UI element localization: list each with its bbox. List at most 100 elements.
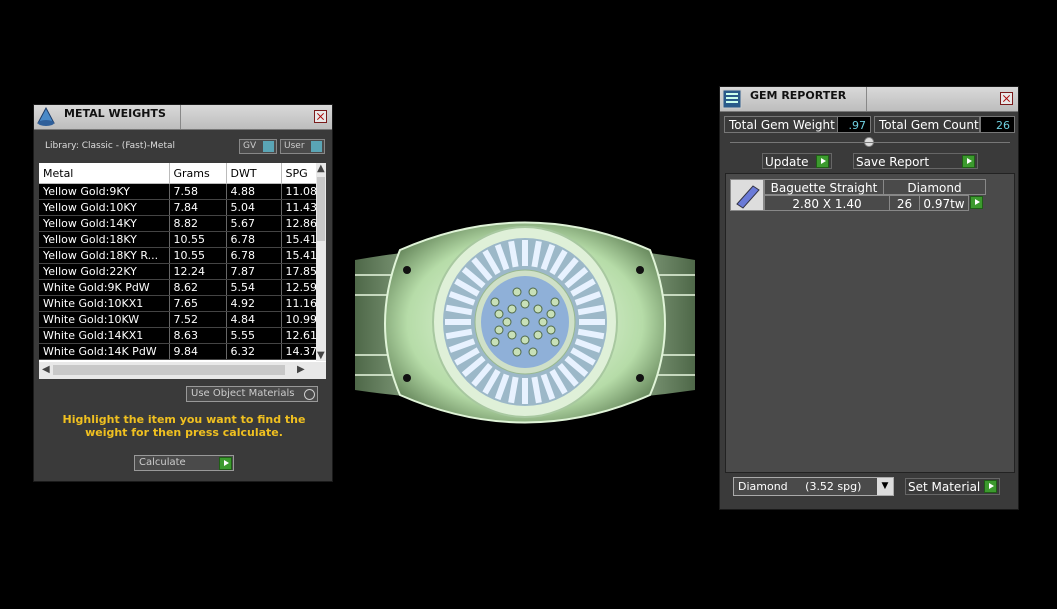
table-cell: 8.82 <box>169 215 227 232</box>
table-row[interactable]: Yellow Gold:9KY 7.58 4.88 11.08 <box>39 183 318 200</box>
table-cell: 10.99 <box>281 311 318 328</box>
table-row[interactable]: Yellow Gold:14KY 8.82 5.67 12.86 <box>39 215 318 232</box>
table-cell: 10.55 <box>169 247 227 264</box>
play-icon <box>219 457 232 470</box>
save-report-button[interactable]: Save Report <box>853 153 978 169</box>
scroll-down-icon[interactable]: ▼ <box>317 350 325 361</box>
table-cell: 10.55 <box>169 231 227 248</box>
gem-reporter-icon <box>722 89 742 109</box>
table-cell: 7.87 <box>226 263 282 280</box>
gem-size: 2.80 X 1.40 <box>764 195 890 211</box>
table-cell: White Gold:9K PdW <box>39 279 170 296</box>
table-cell: 11.43 <box>281 199 318 216</box>
material-select[interactable]: Diamond (3.52 spg) ▼ <box>733 477 894 496</box>
toggle-icon <box>304 389 315 400</box>
table-cell: 12.24 <box>169 263 227 280</box>
hint-text: Highlight the item you want to find the … <box>62 413 306 439</box>
gem-list[interactable]: Baguette Straight Diamond 2.80 X 1.40 26… <box>725 173 1015 473</box>
column-header-grams[interactable]: Grams <box>169 163 227 184</box>
play-icon <box>962 155 975 168</box>
table-row[interactable]: White Gold:14K PdW 9.84 6.32 14.37 <box>39 343 318 360</box>
user-toggle[interactable]: User <box>280 139 325 154</box>
table-row[interactable]: White Gold:14KX1 8.63 5.55 12.61 <box>39 327 318 344</box>
table-row[interactable]: Yellow Gold:10KY 7.84 5.04 11.43 <box>39 199 318 216</box>
metal-weights-icon <box>37 107 55 126</box>
table-cell: 5.67 <box>226 215 282 232</box>
baguette-thumbnail <box>730 179 764 211</box>
table-cell: 12.59 <box>281 279 318 296</box>
column-header-spg[interactable]: SPG <box>281 163 318 184</box>
table-cell: Yellow Gold:10KY <box>39 199 170 216</box>
table-cell: Yellow Gold:18KY R... <box>39 247 170 264</box>
table-cell: 4.88 <box>226 183 282 200</box>
library-label: Library: Classic - (Fast)-Metal <box>45 141 176 151</box>
set-material-button[interactable]: Set Material <box>905 478 1000 495</box>
calculate-button[interactable]: Calculate <box>134 455 234 471</box>
table-cell: 15.41 <box>281 231 318 248</box>
scroll-thumb[interactable] <box>317 177 325 241</box>
update-button[interactable]: Update <box>762 153 832 169</box>
user-info-icon <box>311 141 322 152</box>
table-row[interactable]: Yellow Gold:22KY 12.24 7.87 17.85 <box>39 263 318 280</box>
table-cell: 12.86 <box>281 215 318 232</box>
table-cell: 7.52 <box>169 311 227 328</box>
table-cell: 6.32 <box>226 343 282 360</box>
chevron-down-icon[interactable]: ▼ <box>877 478 893 495</box>
ring-viewport[interactable] <box>340 200 710 450</box>
gv-info-icon <box>263 141 274 152</box>
use-object-materials-toggle[interactable]: Use Object Materials <box>186 386 318 402</box>
table-cell: 8.62 <box>169 279 227 296</box>
vertical-scrollbar[interactable]: ▲ ▼ <box>316 163 326 361</box>
scroll-up-icon[interactable]: ▲ <box>317 163 325 174</box>
table-cell: White Gold:14KX1 <box>39 327 170 344</box>
gem-reporter-panel: GEM REPORTER Total Gem Weight .97 Total … <box>719 86 1019 510</box>
scroll-left-icon[interactable]: ◀ <box>42 364 50 375</box>
table-cell: White Gold:10KX1 <box>39 295 170 312</box>
table-cell: 7.58 <box>169 183 227 200</box>
column-header-metal[interactable]: Metal <box>39 163 170 184</box>
table-cell: White Gold:14K PdW <box>39 343 170 360</box>
table-cell: Yellow Gold:22KY <box>39 263 170 280</box>
table-cell: 4.92 <box>226 295 282 312</box>
table-cell: 7.65 <box>169 295 227 312</box>
hscroll-thumb[interactable] <box>53 365 285 375</box>
gem-detail-icon[interactable] <box>970 196 983 209</box>
total-gem-weight-value: .97 <box>837 116 871 133</box>
table-row[interactable]: Yellow Gold:18KY 10.55 6.78 15.41 <box>39 231 318 248</box>
gem-weight: 0.97tw <box>919 195 969 211</box>
total-gem-count-label: Total Gem Count <box>874 116 980 133</box>
table-row[interactable]: White Gold:10KX1 7.65 4.92 11.16 <box>39 295 318 312</box>
table-cell: 9.84 <box>169 343 227 360</box>
table-cell: White Gold:10KW <box>39 311 170 328</box>
table-cell: Yellow Gold:14KY <box>39 215 170 232</box>
horizontal-scrollbar[interactable]: ◀ ▶ <box>39 362 326 379</box>
table-cell: 6.78 <box>226 247 282 264</box>
total-gem-count-value: 26 <box>980 116 1015 133</box>
table-cell: 4.84 <box>226 311 282 328</box>
table-row[interactable]: Yellow Gold:18KY R... 10.55 6.78 15.41 <box>39 247 318 264</box>
table-cell: 14.37 <box>281 343 318 360</box>
table-row[interactable]: White Gold:9K PdW 8.62 5.54 12.59 <box>39 279 318 296</box>
table-cell: 11.16 <box>281 295 318 312</box>
close-button[interactable] <box>1000 92 1013 105</box>
gem-shape: Baguette Straight <box>764 179 884 195</box>
scroll-right-icon[interactable]: ▶ <box>297 364 305 375</box>
gem-count: 26 <box>889 195 920 211</box>
play-icon <box>816 155 829 168</box>
metal-weights-title: METAL WEIGHTS <box>64 107 166 120</box>
table-cell: 7.84 <box>169 199 227 216</box>
table-cell: 8.63 <box>169 327 227 344</box>
table-cell: 15.41 <box>281 247 318 264</box>
metal-weights-titlebar[interactable]: METAL WEIGHTS <box>34 105 332 130</box>
table-cell: 11.08 <box>281 183 318 200</box>
column-header-dwt[interactable]: DWT <box>226 163 282 184</box>
gv-toggle[interactable]: GV <box>239 139 277 154</box>
close-button[interactable] <box>314 110 327 123</box>
table-row[interactable]: White Gold:10KW 7.52 4.84 10.99 <box>39 311 318 328</box>
metal-weights-panel: METAL WEIGHTS Library: Classic - (Fast)-… <box>33 104 333 482</box>
metal-table[interactable]: Metal Grams DWT SPG Yellow Gold:9KY 7.58 4.88… <box>39 163 326 379</box>
table-cell: 5.04 <box>226 199 282 216</box>
total-gem-weight-label: Total Gem Weight <box>724 116 838 133</box>
table-cell: 17.85 <box>281 263 318 280</box>
gem-reporter-titlebar[interactable]: GEM REPORTER <box>720 87 1018 112</box>
